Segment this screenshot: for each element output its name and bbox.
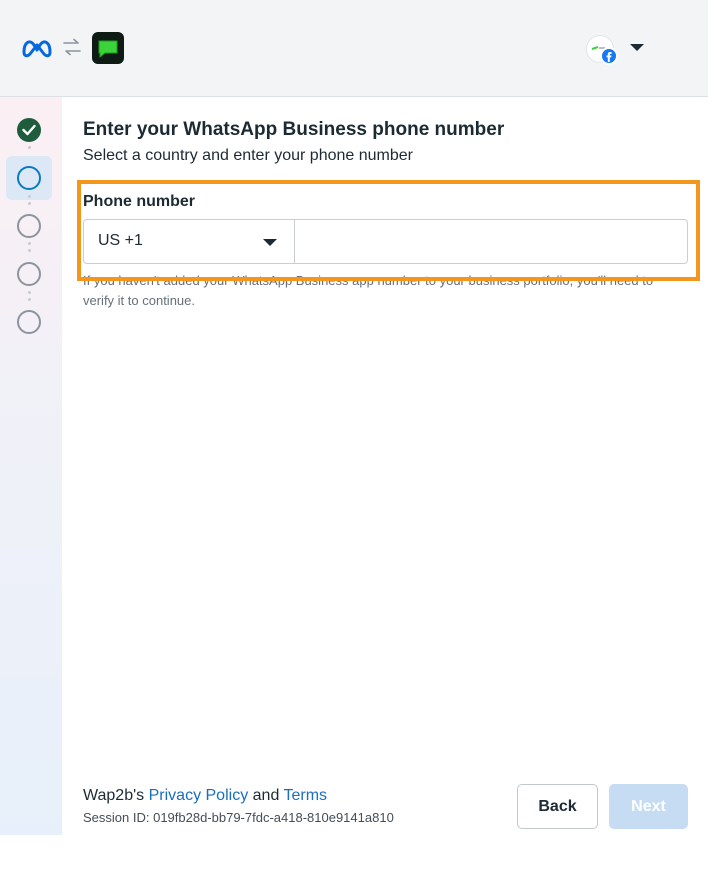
chevron-down-icon[interactable] [630, 44, 644, 51]
chat-bubble-icon [98, 40, 118, 59]
facebook-icon [600, 47, 618, 65]
help-text: If you haven't added your WhatsApp Busin… [83, 273, 654, 308]
brand-prefix: Wap2b's [83, 787, 145, 804]
progress-stepper [0, 97, 62, 835]
and-text: and [252, 787, 280, 804]
window-edge [708, 0, 728, 881]
step-3-pending-icon [17, 214, 41, 238]
policy-line: Wap2b's Privacy Policy and Terms [83, 787, 327, 805]
meta-logo-icon [22, 40, 52, 58]
step-connector [27, 146, 31, 153]
country-code-select[interactable]: US +1 [84, 220, 295, 263]
step-connector [27, 242, 31, 256]
step-5-pending-icon [17, 310, 41, 334]
step-4-pending-icon [17, 262, 41, 286]
session-id: Session ID: 019fb28d-bb79-7fdc-a418-810e… [83, 810, 394, 825]
header-bar [0, 0, 708, 97]
account-switcher[interactable] [586, 33, 620, 65]
step-connector [27, 195, 31, 209]
next-button[interactable]: Next [609, 784, 688, 829]
page-title: Enter your WhatsApp Business phone numbe… [83, 119, 505, 140]
step-1-complete-icon [17, 118, 41, 142]
step-2-current-icon [17, 166, 41, 190]
page-subtitle: Select a country and enter your phone nu… [83, 147, 413, 164]
phone-number-input[interactable] [295, 220, 687, 263]
app-logo [92, 32, 124, 64]
chevron-down-icon [263, 239, 277, 246]
phone-number-label: Phone number [83, 193, 196, 210]
terms-link[interactable]: Terms [284, 787, 328, 804]
back-button[interactable]: Back [517, 784, 598, 829]
privacy-policy-link[interactable]: Privacy Policy [149, 787, 249, 804]
swap-arrows-icon [63, 38, 81, 56]
country-code-value: US +1 [98, 232, 143, 249]
step-connector [27, 291, 31, 305]
phone-number-field: US +1 [83, 219, 688, 264]
